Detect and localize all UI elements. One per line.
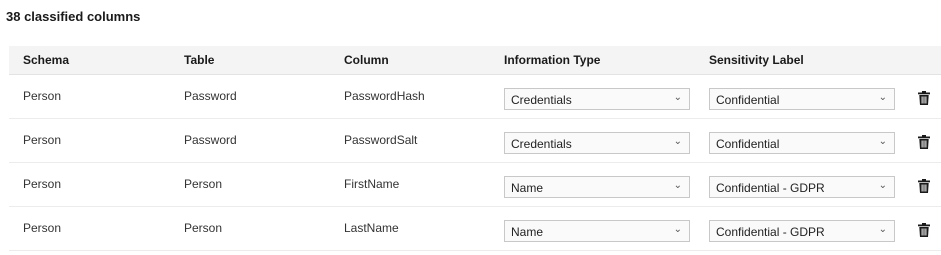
classification-table: Schema Table Column Information Type Sen…	[9, 46, 941, 251]
chevron-down-icon: ⌄	[878, 224, 887, 235]
table-row: Person Person LastName Name ⌄ Confidenti…	[9, 207, 941, 251]
trash-icon[interactable]	[918, 135, 930, 149]
trash-icon[interactable]	[918, 179, 930, 193]
trash-icon[interactable]	[918, 223, 930, 237]
table-row: Person Person FirstName Name ⌄ Confident…	[9, 163, 941, 207]
sensitivity-label-dropdown[interactable]: Confidential ⌄	[709, 132, 895, 154]
information-type-dropdown[interactable]: Name ⌄	[504, 220, 690, 242]
table-row: Person Password PasswordSalt Credentials…	[9, 119, 941, 163]
schema-cell: Person	[23, 221, 62, 235]
chevron-down-icon: ⌄	[878, 92, 887, 103]
table-cell: Password	[184, 133, 237, 147]
information-type-dropdown[interactable]: Name ⌄	[504, 176, 690, 198]
sensitivity-label-dropdown[interactable]: Confidential - GDPR ⌄	[709, 176, 895, 198]
trash-icon[interactable]	[918, 91, 930, 105]
sensitivity-label-dropdown[interactable]: Confidential - GDPR ⌄	[709, 220, 895, 242]
information-type-value: Credentials	[511, 93, 572, 107]
sensitivity-label-value: Confidential - GDPR	[716, 225, 825, 239]
table-row: Person Password PasswordHash Credentials…	[9, 75, 941, 119]
classified-columns-count: 38 classified columns	[6, 9, 141, 24]
column-cell: FirstName	[344, 177, 400, 191]
header-table: Table	[184, 53, 215, 67]
sensitivity-label-value: Confidential	[716, 93, 780, 107]
header-schema: Schema	[23, 53, 70, 67]
chevron-down-icon: ⌄	[673, 224, 682, 235]
chevron-down-icon: ⌄	[673, 180, 682, 191]
header-information-type: Information Type	[504, 53, 601, 67]
table-cell: Password	[184, 89, 237, 103]
information-type-value: Name	[511, 225, 544, 239]
chevron-down-icon: ⌄	[878, 180, 887, 191]
column-cell: LastName	[344, 221, 399, 235]
schema-cell: Person	[23, 133, 62, 147]
schema-cell: Person	[23, 89, 62, 103]
header-sensitivity-label: Sensitivity Label	[709, 53, 804, 67]
information-type-value: Name	[511, 181, 544, 195]
sensitivity-label-value: Confidential	[716, 137, 780, 151]
column-cell: PasswordHash	[344, 89, 425, 103]
chevron-down-icon: ⌄	[878, 136, 887, 147]
header-column: Column	[344, 53, 389, 67]
information-type-value: Credentials	[511, 137, 572, 151]
sensitivity-label-dropdown[interactable]: Confidential ⌄	[709, 88, 895, 110]
sensitivity-label-value: Confidential - GDPR	[716, 181, 825, 195]
table-cell: Person	[184, 177, 223, 191]
chevron-down-icon: ⌄	[673, 92, 682, 103]
schema-cell: Person	[23, 177, 62, 191]
chevron-down-icon: ⌄	[673, 136, 682, 147]
information-type-dropdown[interactable]: Credentials ⌄	[504, 132, 690, 154]
table-cell: Person	[184, 221, 223, 235]
column-cell: PasswordSalt	[344, 133, 418, 147]
information-type-dropdown[interactable]: Credentials ⌄	[504, 88, 690, 110]
table-header: Schema Table Column Information Type Sen…	[9, 46, 941, 75]
